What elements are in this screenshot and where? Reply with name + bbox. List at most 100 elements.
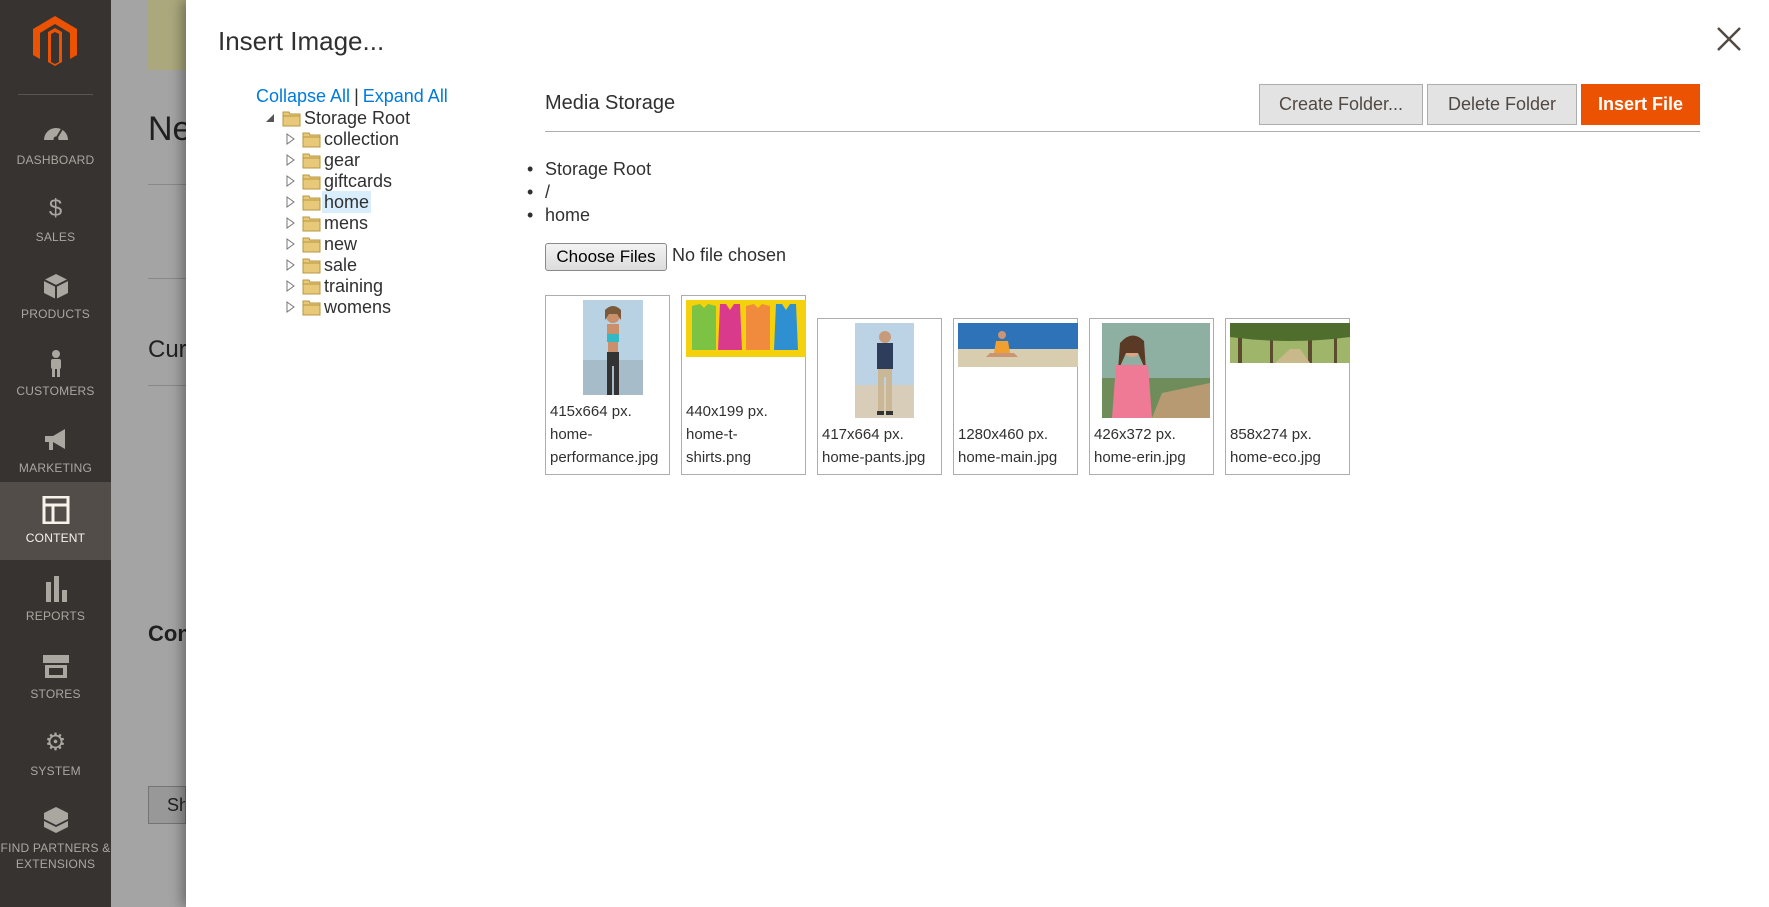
store-icon xyxy=(41,652,71,680)
file-dimensions: 417x664 px. xyxy=(822,426,904,443)
close-icon[interactable] xyxy=(1712,22,1746,56)
folder-icon xyxy=(282,111,301,127)
gear-icon: ⚙ xyxy=(44,729,67,756)
nav-marketing[interactable]: MARKETING xyxy=(0,412,111,490)
file-tile[interactable]: 440x199 px. home-t- shirts.png xyxy=(681,295,806,475)
tree-node-label[interactable]: new xyxy=(324,233,357,255)
nav-dashboard[interactable]: DASHBOARD xyxy=(0,104,111,182)
tree-node-label[interactable]: womens xyxy=(324,296,391,318)
tree-node-label[interactable]: training xyxy=(324,275,383,297)
file-tile[interactable]: 1280x460 px. home-main.jpg xyxy=(953,318,1078,475)
file-dimensions: 440x199 px. xyxy=(686,403,768,420)
file-name: home-erin.jpg xyxy=(1094,449,1186,466)
separator: | xyxy=(354,86,359,106)
folder-icon xyxy=(302,216,321,232)
nav-find-partners[interactable]: FIND PARTNERS & EXTENSIONS xyxy=(0,792,111,892)
modal-overlay[interactable] xyxy=(111,0,186,907)
person-icon xyxy=(41,349,71,377)
nav-label: CONTENT xyxy=(25,531,86,545)
megaphone-icon xyxy=(41,426,71,454)
nav-products[interactable]: PRODUCTS xyxy=(0,258,111,336)
tree-node-label[interactable]: home xyxy=(322,191,372,213)
folder-icon xyxy=(302,279,321,295)
breadcrumb-item: home xyxy=(527,204,651,227)
collapsed-arrow-icon[interactable] xyxy=(285,301,295,313)
collapsed-arrow-icon[interactable] xyxy=(285,133,295,145)
breadcrumb-item[interactable]: Storage Root xyxy=(527,158,651,181)
file-name: performance.jpg xyxy=(550,449,659,466)
image-thumbnail xyxy=(583,300,643,395)
nav-label: DASHBOARD xyxy=(16,153,95,167)
tree-node-label[interactable]: mens xyxy=(324,212,368,234)
file-tile[interactable]: 858x274 px. home-eco.jpg xyxy=(1225,318,1350,475)
nav-stores[interactable]: STORES xyxy=(0,638,111,716)
tree-controls: Collapse All | Expand All xyxy=(256,86,448,107)
nav-label: CUSTOMERS xyxy=(16,384,95,398)
image-thumbnail xyxy=(958,323,1078,367)
nav-label: PRODUCTS xyxy=(21,307,90,321)
expanded-arrow-icon[interactable] xyxy=(265,112,275,124)
nav-label: REPORTS xyxy=(25,609,86,623)
admin-sidebar: DASHBOARD $ SALES PRODUCTS CUSTOMERS MAR… xyxy=(0,0,111,907)
expand-all-link[interactable]: Expand All xyxy=(363,86,448,106)
sidebar-divider xyxy=(18,94,93,95)
tree-node-label[interactable]: Storage Root xyxy=(304,107,410,129)
section-title: Media Storage xyxy=(545,92,676,114)
layout-icon xyxy=(41,495,71,525)
file-dimensions: 426x372 px. xyxy=(1094,426,1176,443)
file-tile[interactable]: 415x664 px. home- performance.jpg xyxy=(545,295,670,475)
folder-icon xyxy=(302,132,321,148)
magento-logo[interactable] xyxy=(31,14,79,68)
collapsed-arrow-icon[interactable] xyxy=(285,280,295,292)
file-name: home-main.jpg xyxy=(958,449,1058,466)
nav-label: STORES xyxy=(30,687,81,701)
nav-label: SALES xyxy=(35,230,76,244)
box-icon xyxy=(41,272,71,300)
file-dimensions: 858x274 px. xyxy=(1230,426,1312,443)
folder-icon xyxy=(302,195,321,211)
dollar-icon: $ xyxy=(48,195,63,222)
tree-node-label[interactable]: giftcards xyxy=(324,170,392,192)
nav-system[interactable]: ⚙ SYSTEM xyxy=(0,715,111,793)
tree-node-label[interactable]: sale xyxy=(324,254,357,276)
file-tile[interactable]: 426x372 px. home-erin.jpg xyxy=(1089,318,1214,475)
collapse-all-link[interactable]: Collapse All xyxy=(256,86,350,106)
breadcrumb-separator: / xyxy=(527,181,651,204)
image-thumbnail xyxy=(686,300,806,357)
collapsed-arrow-icon[interactable] xyxy=(285,196,295,208)
modal-title: Insert Image... xyxy=(218,26,385,56)
delete-folder-button[interactable]: Delete Folder xyxy=(1427,84,1577,125)
choose-files-button[interactable]: Choose Files xyxy=(545,243,667,271)
file-tile[interactable]: 417x664 px. home-pants.jpg xyxy=(817,318,942,475)
nav-content[interactable]: CONTENT xyxy=(0,482,111,560)
folder-icon xyxy=(302,237,321,253)
divider xyxy=(545,131,1700,132)
nav-label: MARKETING xyxy=(18,461,93,475)
collapsed-arrow-icon[interactable] xyxy=(285,154,295,166)
image-thumbnail xyxy=(1230,323,1350,363)
breadcrumb: Storage Root / home xyxy=(527,158,651,227)
cubes-icon xyxy=(41,806,71,834)
bar-chart-icon xyxy=(41,574,71,602)
folder-icon xyxy=(302,300,321,316)
image-thumbnail xyxy=(1102,323,1210,418)
collapsed-arrow-icon[interactable] xyxy=(285,259,295,271)
collapsed-arrow-icon[interactable] xyxy=(285,217,295,229)
file-name: home-t- xyxy=(686,426,738,443)
folder-icon xyxy=(302,153,321,169)
collapsed-arrow-icon[interactable] xyxy=(285,175,295,187)
insert-image-modal: Insert Image... Collapse All | Expand All … xyxy=(186,0,1769,907)
tree-node-label[interactable]: collection xyxy=(324,128,399,150)
insert-file-button[interactable]: Insert File xyxy=(1581,84,1700,125)
collapsed-arrow-icon[interactable] xyxy=(285,238,295,250)
nav-sales[interactable]: $ SALES xyxy=(0,181,111,259)
folder-icon xyxy=(302,258,321,274)
nav-reports[interactable]: REPORTS xyxy=(0,560,111,638)
nav-customers[interactable]: CUSTOMERS xyxy=(0,335,111,413)
create-folder-button[interactable]: Create Folder... xyxy=(1259,84,1423,125)
file-name: shirts.png xyxy=(686,449,752,466)
file-name: home-eco.jpg xyxy=(1230,449,1321,466)
tree-node-label[interactable]: gear xyxy=(324,149,360,171)
file-name: home- xyxy=(550,426,593,443)
file-name: home-pants.jpg xyxy=(822,449,926,466)
